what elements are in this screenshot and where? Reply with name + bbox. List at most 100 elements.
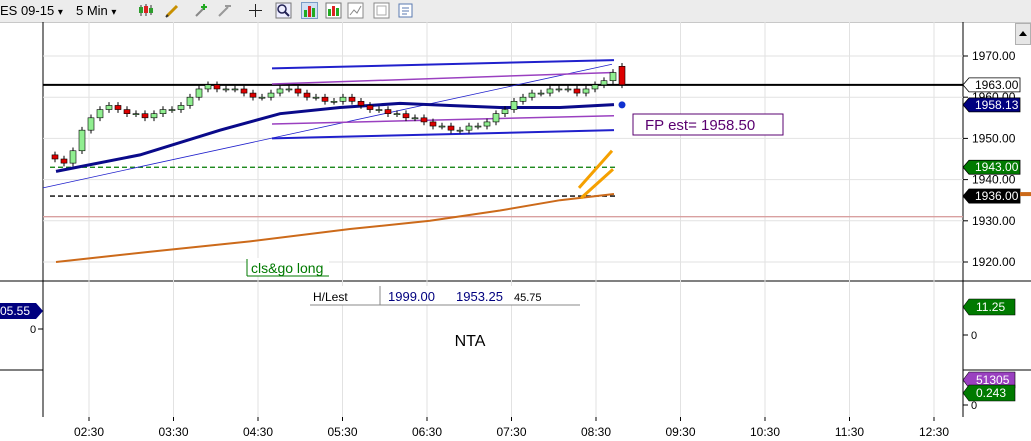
candle-body: [537, 92, 545, 95]
candle-body: [411, 117, 419, 120]
candle-body: [159, 109, 167, 114]
candle-body: [276, 88, 284, 94]
time-tick-label: 03:30: [158, 425, 188, 439]
expand-icon[interactable]: [373, 2, 390, 19]
candle-body: [123, 109, 131, 114]
time-tick-label: 06:30: [412, 425, 442, 439]
candle-body: [78, 129, 86, 152]
interval-label: 5 Min: [76, 3, 108, 18]
candle-body: [96, 109, 104, 119]
candle-body: [573, 88, 581, 94]
price-label: 1958.13: [962, 97, 1021, 113]
candle-body: [375, 109, 383, 111]
candle-body: [555, 88, 563, 91]
candle-body: [141, 113, 149, 119]
candle-body: [114, 105, 122, 110]
cls-go-long-box: cls&go long: [246, 258, 329, 277]
candle-body: [51, 154, 59, 160]
time-tick-label: 07:30: [496, 425, 526, 439]
time-tick-label: 12:30: [919, 425, 949, 439]
candle-body: [429, 121, 437, 127]
candle-body: [312, 96, 320, 99]
candle-body: [267, 92, 275, 98]
price-label-text: 1943.00: [975, 160, 1019, 174]
price-tick-label: 1920.00: [972, 255, 1016, 269]
candle-body: [564, 88, 572, 91]
hl-range-value: 45.75: [514, 292, 542, 304]
price-chart: 1920.001930.001940.001950.001960.001970.…: [0, 22, 1031, 439]
price-label: 1943.00: [962, 159, 1021, 175]
candlestick-icon[interactable]: [137, 2, 154, 19]
candle-body: [204, 84, 212, 90]
time-tick-label: 05:30: [327, 425, 357, 439]
candle-body: [465, 125, 473, 131]
hl-high-value: 1999.00: [388, 289, 435, 304]
candle-body: [186, 96, 194, 106]
data-box-icon[interactable]: [347, 2, 364, 19]
interval-selector[interactable]: 5 Min ▾: [76, 3, 116, 18]
remove-indicator-icon[interactable]: [216, 2, 233, 19]
candle-body: [303, 92, 311, 98]
candle-body: [591, 84, 599, 90]
add-indicator-icon[interactable]: [193, 2, 210, 19]
price-label-text: 1958.13: [975, 98, 1019, 112]
chart-toolbar: ES 09-15 ▾ 5 Min ▾: [0, 0, 1031, 23]
zero-tick-label: 0: [971, 330, 977, 342]
candle-body: [456, 129, 464, 132]
price-tick-label: 1930.00: [972, 214, 1016, 228]
candle-body: [447, 125, 455, 131]
zoom-icon[interactable]: [275, 2, 292, 19]
time-tick-label: 10:30: [750, 425, 780, 439]
indicator-title: NTA: [455, 333, 486, 350]
candle-body: [330, 101, 338, 103]
channel-mid-line: [271, 71, 615, 85]
candle-body: [249, 92, 257, 98]
candle-body: [195, 88, 203, 98]
chevron-down-icon: ▾: [111, 7, 117, 18]
candle-body: [600, 80, 608, 86]
candle-body: [402, 113, 410, 119]
candle-body: [528, 92, 536, 98]
moving-average-slow: [55, 193, 615, 263]
candle-body: [582, 88, 590, 94]
channel-mid-line: [271, 114, 615, 125]
time-tick-label: 04:30: [243, 425, 273, 439]
candle-body: [258, 96, 266, 99]
price-tick-label: 1940.00: [972, 173, 1016, 187]
indicator-label-text: 05.55: [0, 304, 30, 318]
candle-body: [339, 96, 347, 102]
bar-chart-icon[interactable]: [301, 2, 318, 19]
price-label-text: 1936.00: [975, 189, 1019, 203]
hl-low-value: 1953.25: [456, 289, 503, 304]
instrument-selector[interactable]: ES 09-15 ▾: [0, 3, 63, 18]
candle-body: [132, 113, 140, 115]
pencil-icon[interactable]: [164, 2, 181, 19]
candle-body: [483, 121, 491, 127]
ma-slow-marker: [1020, 192, 1031, 197]
candle-body: [87, 117, 95, 131]
indicator-label: 0.243: [962, 384, 1016, 402]
candle-body: [348, 96, 356, 102]
candle-body: [384, 109, 392, 114]
hl-estimate-table: H/Lest 1999.00 1953.25 45.75: [310, 286, 580, 306]
properties-icon[interactable]: [397, 2, 414, 19]
candle-body: [501, 109, 509, 114]
indicator-label: 05.55: [0, 303, 43, 319]
chart-trader-icon[interactable]: [325, 2, 342, 19]
candle-body: [474, 125, 482, 128]
crosshair-icon[interactable]: [247, 2, 264, 19]
channel-lower-line: [271, 129, 615, 140]
zero-tick-label: 0: [30, 324, 36, 336]
instrument-label: ES 09-15: [0, 3, 55, 18]
candle-body: [177, 105, 185, 110]
grid-lines: [43, 22, 963, 417]
price-axis: 1920.001930.001940.001950.001960.001970.…: [962, 49, 1031, 269]
candle-body: [420, 117, 428, 123]
candle-body: [231, 88, 239, 91]
indicator-panel: 05.55 11.25513050.2430 00: [0, 298, 1016, 412]
zero-tick-label: 0: [971, 400, 977, 412]
price-tick-label: 1970.00: [972, 49, 1016, 63]
candle-body: [285, 88, 293, 91]
candle-body: [105, 105, 113, 110]
candle-body: [294, 88, 302, 94]
